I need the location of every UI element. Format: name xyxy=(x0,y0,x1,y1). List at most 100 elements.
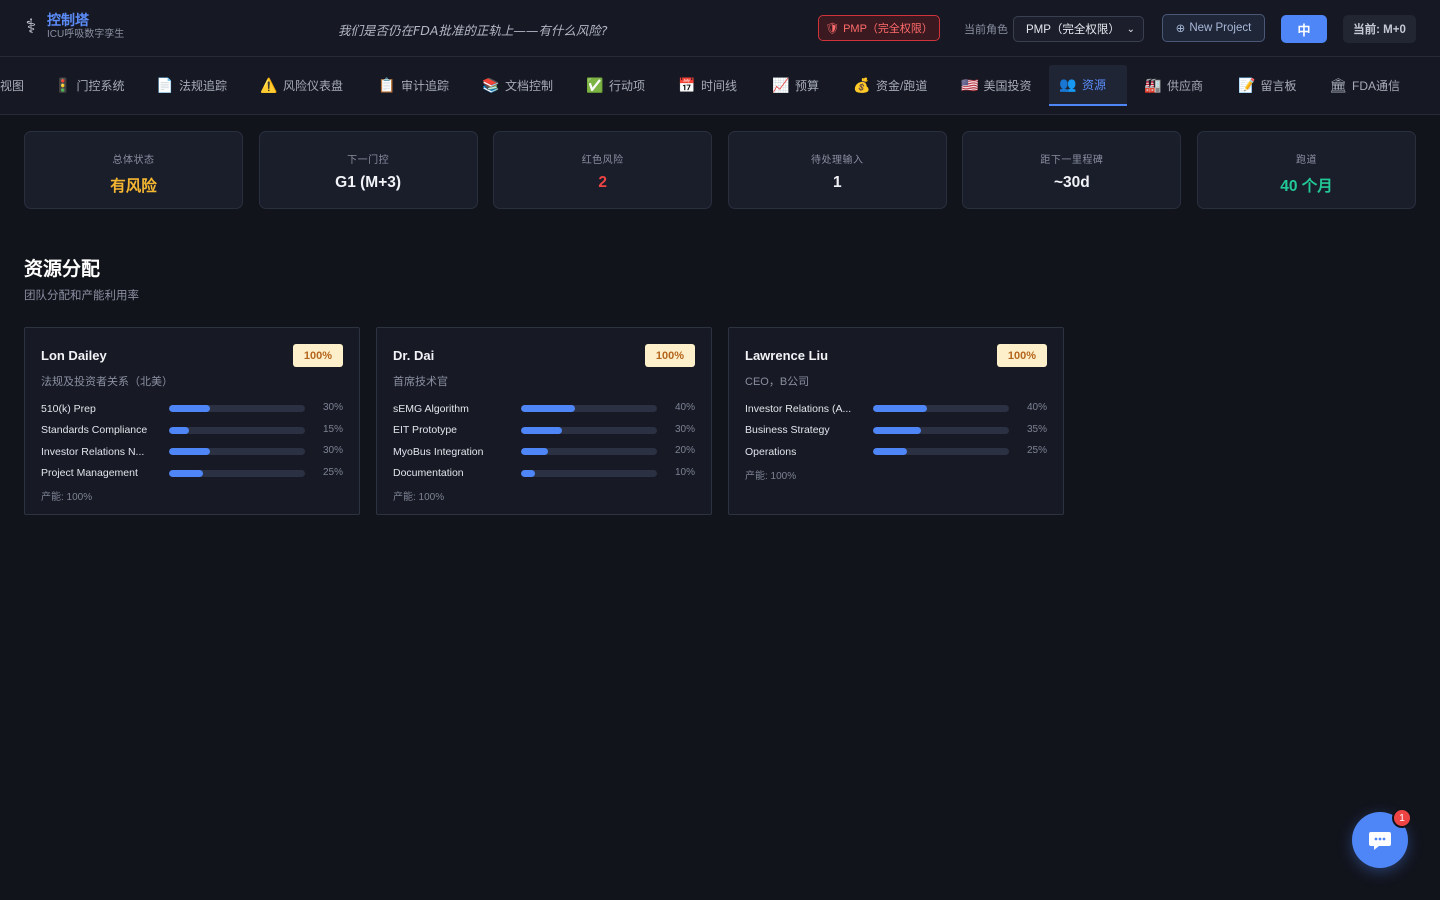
tab-label: 文档控制 xyxy=(505,79,554,93)
allocation-row: EIT Prototype 30% xyxy=(393,420,695,442)
allocation-bar xyxy=(521,426,657,434)
allocation-bar-fill xyxy=(169,426,190,434)
stat-card: 红色风险 2 xyxy=(493,131,713,209)
allocation-row: Project Management 25% xyxy=(41,463,343,485)
utilization-badge: 100% xyxy=(997,344,1047,367)
stat-card: 下一门控 G1 (M+3) xyxy=(258,131,478,209)
books-icon: 📚 xyxy=(482,77,500,93)
tab-people[interactable]: 👥 资源 xyxy=(1049,65,1127,106)
allocation-name: Documentation xyxy=(393,467,464,480)
allocation-bar-fill xyxy=(521,405,576,412)
tab-label: 供应商 xyxy=(1167,79,1204,93)
tab-building[interactable]: 🏛 FDA通信 xyxy=(1319,65,1411,106)
stat-value: G1 (M+3) xyxy=(335,174,402,191)
allocation-bar xyxy=(169,426,305,434)
language-toggle-button[interactable]: 中 xyxy=(1281,15,1327,43)
allocation-bar-fill xyxy=(521,448,549,455)
allocation-bar xyxy=(169,469,305,477)
resource-card: Dr. Dai 首席技术官 100% sEMG Algorithm 40% EIT Pro… xyxy=(376,327,712,515)
allocation-row: Investor Relations (A... 40% xyxy=(745,398,1047,420)
tab-money-bag[interactable]: 💰 资金/跑道 xyxy=(843,65,939,106)
tab-label: 美国投资 xyxy=(983,79,1032,93)
allocation-name: Investor Relations (A... xyxy=(745,402,852,415)
stat-card: 总体状态 有风险 xyxy=(24,131,243,209)
stat-label: 红色风险 xyxy=(581,155,624,166)
allocation-bar-fill xyxy=(169,448,210,455)
money-bag-icon: 💰 xyxy=(853,77,871,93)
tab-label: 法规追踪 xyxy=(179,79,228,93)
memo-icon: 📝 xyxy=(1238,77,1256,93)
tab-us-flag[interactable]: 🇺🇸 美国投资 xyxy=(951,65,1037,106)
tab-chart[interactable]: 📈 预算 xyxy=(762,65,830,106)
allocation-percent: 20% xyxy=(674,445,695,456)
allocation-bar xyxy=(521,469,657,477)
tab-label: 风险仪表盘 xyxy=(283,79,344,93)
tagline: 我们是否仍在FDA批准的正轨上——有什么风险? xyxy=(338,23,608,38)
allocation-name: Investor Relations N... xyxy=(41,445,145,458)
allocation-bar xyxy=(169,405,305,412)
chat-bubble-icon xyxy=(1369,832,1391,850)
tab-label: 视图 xyxy=(0,79,25,93)
brand-title: 控制塔 xyxy=(47,12,89,28)
tab-books[interactable]: 📚 文档控制 xyxy=(472,65,564,106)
person-name: Dr. Dai xyxy=(393,348,435,363)
tab-label: FDA通信 xyxy=(1352,79,1401,93)
allocation-percent: 30% xyxy=(322,402,343,413)
tab-calendar[interactable]: 📅 时间线 xyxy=(668,65,750,106)
allocation-name: Standards Compliance xyxy=(41,424,148,437)
person-role: CEO，B公司 xyxy=(745,376,810,388)
stat-value: 2 xyxy=(598,174,607,191)
allocation-list: Investor Relations (A... 40% Business Stra… xyxy=(745,398,1047,482)
allocation-bar-fill xyxy=(873,448,907,455)
tab-check[interactable]: ✅ 行动项 xyxy=(576,65,656,106)
calendar-icon: 📅 xyxy=(678,77,696,93)
new-project-button[interactable]: ⊕ New Project xyxy=(1162,14,1265,42)
stat-value: 40 个月 xyxy=(1280,178,1333,195)
chart-icon: 📈 xyxy=(772,77,790,93)
capacity-label: 产能: 100% xyxy=(41,492,93,503)
stat-value: ~30d xyxy=(1054,174,1090,191)
tab-factory[interactable]: 🏭 供应商 xyxy=(1134,65,1216,106)
stat-cards: 总体状态 有风险 下一门控 G1 (M+3) 红色风险 2 待处理输入 1 距下一里程碑 ~30d… xyxy=(24,131,1416,209)
allocation-row: Investor Relations N... 30% xyxy=(41,441,343,463)
tab-traffic-light[interactable]: 🚦 门控系统 xyxy=(44,65,134,106)
building-icon: 🏛 xyxy=(1329,77,1347,93)
chevron-down-icon: ⌄ xyxy=(1126,23,1135,35)
stat-label: 待处理输入 xyxy=(811,155,864,166)
current-month-badge: 当前: M+0 xyxy=(1343,15,1416,43)
plus-circle-icon: ⊕ xyxy=(1175,23,1186,35)
allocation-percent: 25% xyxy=(322,466,343,478)
allocation-bar-fill xyxy=(521,469,535,477)
role-select[interactable]: PMP（完全权限） ⌄ xyxy=(1013,16,1144,42)
allocation-bar xyxy=(873,405,1009,412)
section-subtitle: 团队分配和产能利用率 xyxy=(24,290,139,302)
traffic-light-icon: 🚦 xyxy=(54,77,72,93)
tab-label: 资金/跑道 xyxy=(876,79,928,93)
allocation-bar xyxy=(521,405,657,412)
clipboard-icon: 📋 xyxy=(378,77,396,93)
role-label: 当前角色 xyxy=(964,24,1008,36)
allocation-bar-fill xyxy=(169,405,210,412)
warning-icon: ⚠️ xyxy=(260,77,278,93)
person-role: 首席技术官 xyxy=(393,376,448,388)
allocation-row: sEMG Algorithm 40% xyxy=(393,398,695,420)
tab-view[interactable]: 视图 xyxy=(0,65,30,106)
person-name: Lawrence Liu xyxy=(745,348,829,363)
tab-warning[interactable]: ⚠️ 风险仪表盘 xyxy=(250,65,356,106)
tab-clipboard[interactable]: 📋 审计追踪 xyxy=(368,65,460,106)
stat-label: 跑道 xyxy=(1296,155,1317,166)
allocation-row: Business Strategy 35% xyxy=(745,420,1047,442)
tab-label: 行动项 xyxy=(609,79,646,93)
tab-label: 时间线 xyxy=(701,79,738,93)
allocation-bar xyxy=(873,448,1009,455)
people-icon: 👥 xyxy=(1059,76,1077,92)
allocation-bar xyxy=(873,426,1009,434)
brand[interactable]: ⚕ 控制塔 ICU呼吸数字孪生 xyxy=(22,12,125,41)
new-project-label: New Project xyxy=(1189,22,1252,34)
person-name: Lon Dailey xyxy=(41,348,107,363)
stat-card: 跑道 40 个月 xyxy=(1197,131,1416,209)
allocation-name: Operations xyxy=(745,445,797,458)
allocation-row: MyoBus Integration 20% xyxy=(393,441,695,463)
tab-memo[interactable]: 📝 留言板 xyxy=(1228,65,1306,106)
tab-document[interactable]: 📄 法规追踪 xyxy=(146,65,238,106)
